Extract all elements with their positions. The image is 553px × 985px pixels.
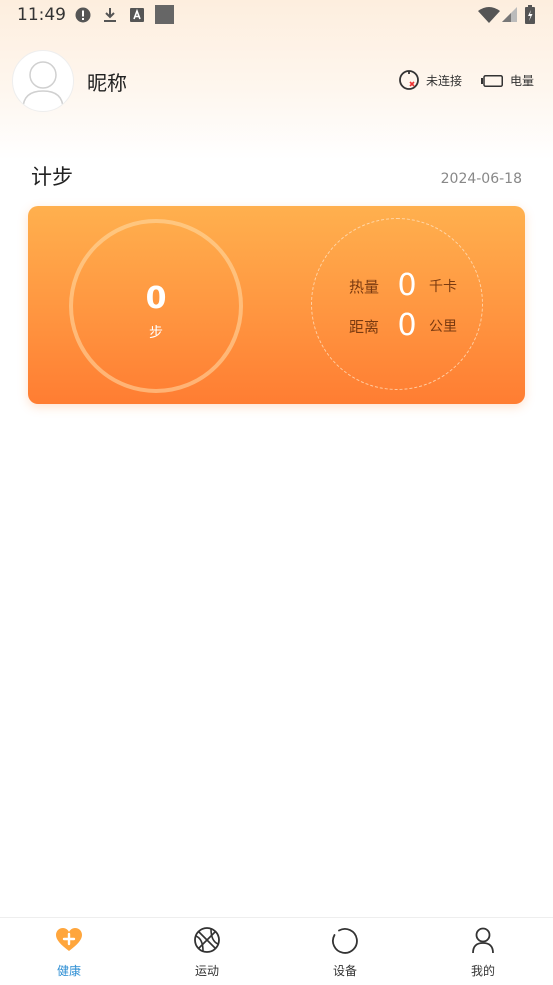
distance-label: 距离 xyxy=(349,317,380,336)
watch-disconnected-icon xyxy=(399,70,419,90)
square-notification-icon xyxy=(155,5,174,24)
tab-health[interactable]: 健康 xyxy=(0,918,138,985)
nickname[interactable]: 昵称 xyxy=(87,67,127,96)
distance-value: 0 xyxy=(397,308,417,343)
profile-icon xyxy=(472,927,494,954)
section-title: 计步 xyxy=(31,165,73,189)
tab-health-label: 健康 xyxy=(56,964,81,978)
metrics-ring xyxy=(311,218,483,390)
device-icon xyxy=(332,928,358,954)
default-avatar-icon xyxy=(22,61,64,110)
keyboard-a-icon xyxy=(130,8,144,22)
basketball-icon xyxy=(194,927,220,953)
tab-mine-label: 我的 xyxy=(470,964,495,978)
section-date[interactable]: 2024-06-18 xyxy=(441,171,522,187)
calories-label: 热量 xyxy=(349,277,380,296)
tab-device[interactable]: 设备 xyxy=(276,918,414,985)
battery-label: 电量 xyxy=(510,74,535,88)
tab-bar: 健康 运动 设备 我的 xyxy=(0,917,553,985)
calories-value: 0 xyxy=(397,268,417,303)
steps-unit: 步 xyxy=(149,325,163,341)
calories-unit: 千卡 xyxy=(429,279,457,295)
battery-indicator: 电量 xyxy=(481,72,534,89)
battery-status-icon xyxy=(525,5,535,24)
tab-device-label: 设备 xyxy=(332,964,357,978)
connection-status[interactable]: 未连接 xyxy=(398,69,462,91)
distance-metric: 距离 0 公里 xyxy=(349,311,457,341)
tab-sport-label: 运动 xyxy=(194,964,219,978)
distance-unit: 公里 xyxy=(429,319,457,335)
wifi-icon xyxy=(478,7,500,23)
tab-sport[interactable]: 运动 xyxy=(138,918,276,985)
battery-icon xyxy=(481,74,503,87)
status-bar: 11:49 xyxy=(0,0,553,30)
calories-metric: 热量 0 千卡 xyxy=(349,271,457,301)
avatar[interactable] xyxy=(12,50,74,112)
status-time: 11:49 xyxy=(17,5,66,25)
steps-value: 0 xyxy=(145,281,167,316)
signal-icon xyxy=(502,7,517,22)
download-icon xyxy=(104,8,116,22)
connection-status-label: 未连接 xyxy=(426,73,463,88)
alert-icon xyxy=(75,7,91,23)
tab-mine[interactable]: 我的 xyxy=(414,918,552,985)
step-card[interactable]: 0 步 热量 0 千卡 距离 0 公里 xyxy=(28,206,525,404)
health-icon xyxy=(56,928,82,951)
